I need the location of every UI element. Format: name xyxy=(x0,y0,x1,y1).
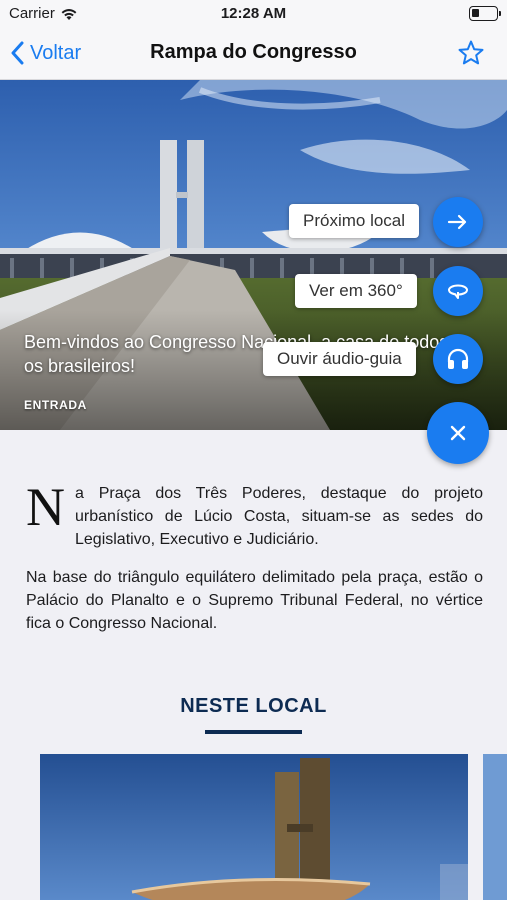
star-icon[interactable] xyxy=(457,39,485,67)
description: N a Praça dos Três Poderes, destaque do … xyxy=(26,477,483,635)
view-360-label[interactable]: Ver em 360° xyxy=(295,274,417,308)
battery-icon xyxy=(469,6,501,21)
headphones-icon xyxy=(447,348,469,369)
intro-paragraph: N a Praça dos Três Poderes, destaque do … xyxy=(26,477,483,551)
view-360-button[interactable] xyxy=(433,266,483,316)
rotate-360-icon xyxy=(448,284,468,299)
navigation-bar: Voltar Rampa do Congresso xyxy=(0,28,507,80)
audio-guide-label[interactable]: Ouvir áudio-guia xyxy=(263,342,416,376)
intro-text: a Praça dos Três Poderes, destaque do pr… xyxy=(75,485,483,548)
hero-image: Bem-vindos ao Congresso Nacional, a casa… xyxy=(0,80,507,430)
next-location-button[interactable] xyxy=(433,197,483,247)
next-location-label[interactable]: Próximo local xyxy=(289,204,420,238)
close-icon xyxy=(450,425,466,441)
arrow-right-icon xyxy=(447,214,467,230)
clock: 12:28 AM xyxy=(220,5,287,22)
status-bar: Carrier 12:28 AM xyxy=(0,0,507,28)
page-title: Rampa do Congresso xyxy=(150,41,357,63)
section-title: NESTE LOCAL xyxy=(180,695,327,717)
nearby-place-card[interactable] xyxy=(40,754,468,900)
close-speed-dial-button[interactable] xyxy=(427,402,489,464)
audio-guide-button[interactable] xyxy=(433,334,483,384)
section-underline xyxy=(205,730,302,734)
place-thumbnail xyxy=(40,754,468,900)
drop-cap: N xyxy=(26,477,65,537)
location-tag: ENTRADA xyxy=(24,398,87,412)
next-place-card[interactable] xyxy=(483,754,507,900)
second-paragraph: Na base do triângulo equilátero delimita… xyxy=(26,569,483,632)
